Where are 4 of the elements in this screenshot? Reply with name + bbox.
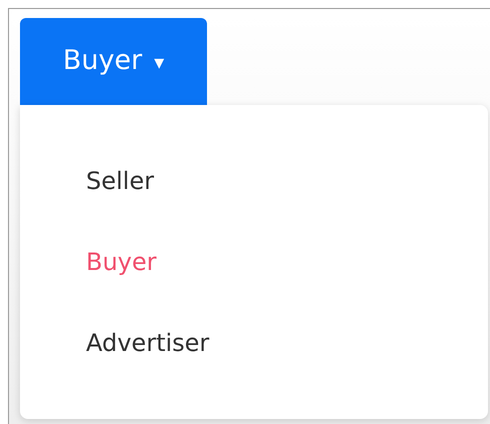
menu-item[interactable]: Seller <box>86 163 154 200</box>
dropdown-button[interactable]: Buyer ▾ <box>20 18 207 105</box>
caret-icon: ▾ <box>154 46 164 76</box>
menu-item[interactable]: Advertiser <box>86 325 210 362</box>
